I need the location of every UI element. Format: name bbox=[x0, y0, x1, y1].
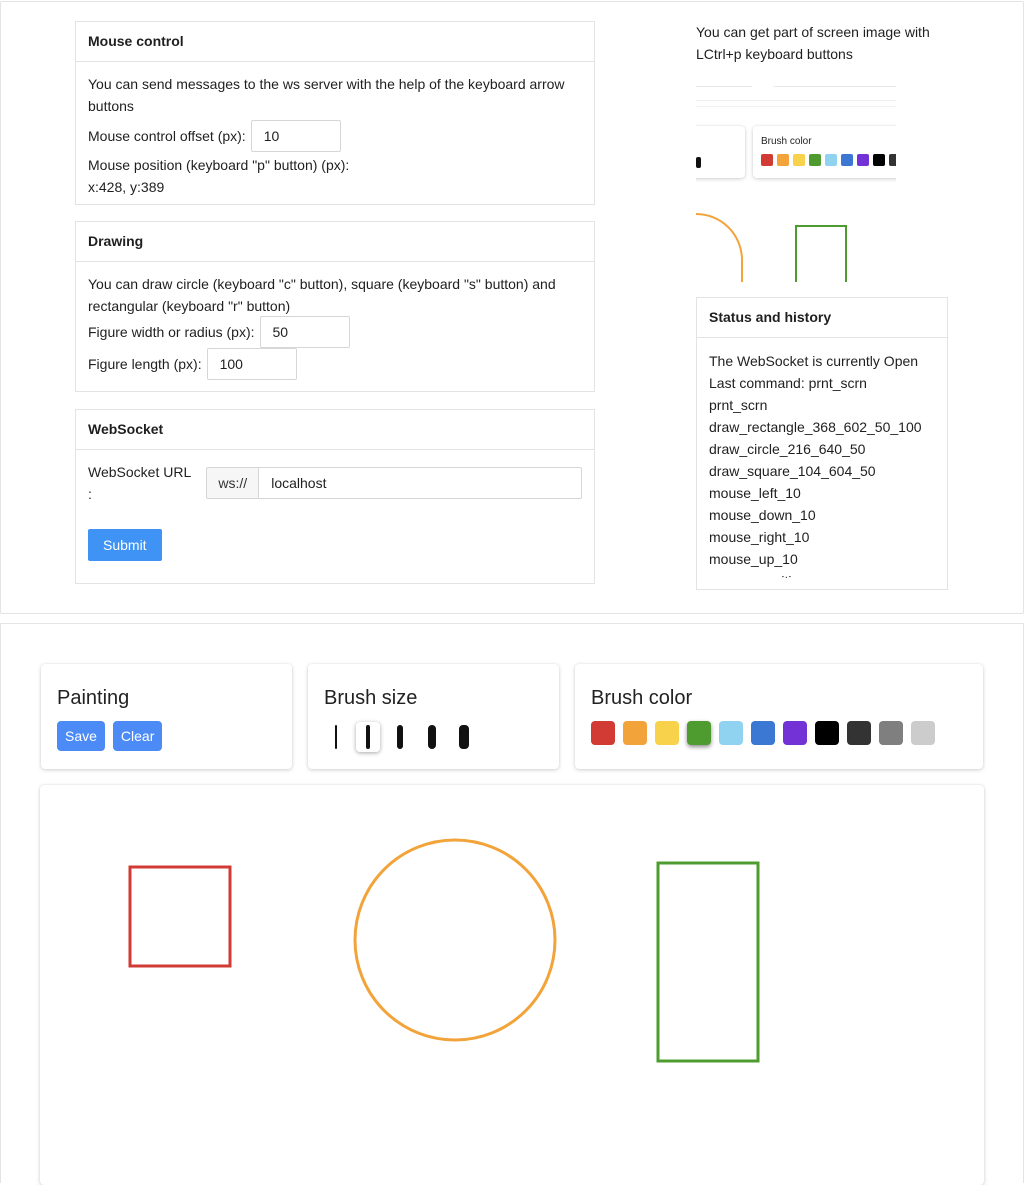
preview-color-swatch bbox=[761, 154, 773, 166]
mouse-control-description: You can send messages to the ws server w… bbox=[88, 76, 565, 114]
brush-stroke-icon bbox=[428, 725, 436, 749]
status-history-list: The WebSocket is currently Open Last comm… bbox=[697, 338, 947, 578]
brush-size-options bbox=[324, 722, 476, 752]
preview-color-swatch bbox=[841, 154, 853, 166]
drawing-canvas[interactable] bbox=[40, 785, 984, 1185]
brush-size-2-option[interactable] bbox=[356, 722, 380, 752]
brush-size-title: Brush size bbox=[324, 687, 418, 709]
preview-rectangle bbox=[795, 225, 847, 282]
preview-color-swatch bbox=[889, 154, 896, 166]
preview-color-swatch bbox=[857, 154, 869, 166]
canvas-rectangle bbox=[656, 861, 760, 1063]
brush-size-3-option[interactable] bbox=[388, 722, 412, 752]
preview-color-swatch bbox=[793, 154, 805, 166]
save-button[interactable]: Save bbox=[57, 721, 105, 751]
preview-shapes bbox=[696, 213, 847, 282]
websocket-url-label: WebSocket URL : bbox=[88, 464, 191, 502]
preview-color-swatch bbox=[825, 154, 837, 166]
submit-button[interactable]: Submit bbox=[88, 529, 162, 561]
color-swatch[interactable] bbox=[687, 721, 711, 745]
painting-panel: Painting Save Clear bbox=[41, 664, 292, 769]
status-history-item: Last command: prnt_scrn bbox=[709, 375, 867, 391]
preview-circle-arc bbox=[696, 213, 743, 282]
drawing-card: Drawing You can draw circle (keyboard "c… bbox=[75, 221, 595, 392]
color-swatch[interactable] bbox=[815, 721, 839, 745]
brush-size-panel: Brush size bbox=[308, 664, 559, 769]
color-swatch[interactable] bbox=[783, 721, 807, 745]
mouse-offset-input[interactable] bbox=[250, 120, 341, 152]
brush-size-1-option[interactable] bbox=[324, 722, 348, 752]
brush-color-title: Brush color bbox=[591, 687, 693, 709]
preview-brush-color-panel: Brush color bbox=[753, 126, 896, 178]
preview-brush-size-panel bbox=[696, 126, 745, 178]
status-title: Status and history bbox=[697, 298, 947, 338]
status-history-item: draw_rectangle_368_602_50_100 bbox=[709, 419, 922, 435]
preview-color-swatch bbox=[809, 154, 821, 166]
status-history-item: draw_square_104_604_50 bbox=[709, 463, 876, 479]
color-swatch[interactable] bbox=[655, 721, 679, 745]
figure-length-label: Figure length (px): bbox=[88, 356, 202, 372]
websocket-prefix: ws:// bbox=[206, 467, 260, 499]
mouse-control-title: Mouse control bbox=[76, 22, 594, 62]
color-swatch[interactable] bbox=[591, 721, 615, 745]
preview-color-swatch bbox=[777, 154, 789, 166]
figure-width-label: Figure width or radius (px): bbox=[88, 324, 255, 340]
mouse-offset-label: Mouse control offset (px): bbox=[88, 128, 246, 144]
status-history-item: prnt_scrn bbox=[709, 397, 768, 413]
color-swatch[interactable] bbox=[911, 721, 935, 745]
brush-size-5-option[interactable] bbox=[452, 722, 476, 752]
websocket-card: WebSocket WebSocket URL : ws:// Submit bbox=[75, 409, 595, 584]
status-history-item: mouse_left_10 bbox=[709, 485, 801, 501]
canvas-circle bbox=[353, 838, 557, 1042]
preview-swatches bbox=[761, 154, 896, 166]
drawing-title: Drawing bbox=[76, 222, 594, 262]
brush-color-panel: Brush color bbox=[575, 664, 983, 769]
websocket-url-input[interactable] bbox=[259, 467, 582, 499]
color-swatch[interactable] bbox=[719, 721, 743, 745]
painting-title: Painting bbox=[57, 687, 130, 709]
brush-size-4-option[interactable] bbox=[420, 722, 444, 752]
color-swatch[interactable] bbox=[879, 721, 903, 745]
drawing-description: You can draw circle (keyboard "c" button… bbox=[88, 276, 556, 314]
mouse-position-value: x:428, y:389 bbox=[88, 179, 165, 195]
status-card: Status and history The WebSocket is curr… bbox=[696, 297, 948, 590]
status-history-item: mouse_position bbox=[709, 570, 935, 578]
brush-stroke-icon bbox=[397, 725, 403, 749]
status-history-item: mouse_down_10 bbox=[709, 507, 816, 523]
mouse-position-label: Mouse position (keyboard "p" button) (px… bbox=[88, 157, 350, 173]
canvas-square bbox=[128, 865, 232, 968]
mouse-control-card: Mouse control You can send messages to t… bbox=[75, 21, 595, 205]
color-swatch[interactable] bbox=[751, 721, 775, 745]
canvas-drawing bbox=[128, 838, 760, 1063]
brush-color-swatches bbox=[591, 721, 935, 745]
brush-stroke-icon bbox=[459, 725, 469, 749]
color-swatch[interactable] bbox=[847, 721, 871, 745]
figure-width-input[interactable] bbox=[259, 316, 350, 348]
status-history-item: The WebSocket is currently Open bbox=[709, 353, 919, 369]
brush-stroke-icon bbox=[366, 725, 370, 749]
color-swatch[interactable] bbox=[623, 721, 647, 745]
status-history-item: mouse_right_10 bbox=[709, 529, 810, 545]
websocket-title: WebSocket bbox=[76, 410, 594, 450]
screenshot-preview: Brush color bbox=[696, 20, 896, 282]
figure-length-input[interactable] bbox=[206, 348, 297, 380]
status-history-item: draw_circle_216_640_50 bbox=[709, 441, 866, 457]
clear-button[interactable]: Clear bbox=[112, 721, 163, 751]
brush-stroke-icon bbox=[335, 725, 337, 749]
preview-brush-color-label: Brush color bbox=[761, 136, 812, 147]
preview-color-swatch bbox=[873, 154, 885, 166]
status-history-item: mouse_up_10 bbox=[709, 551, 798, 567]
